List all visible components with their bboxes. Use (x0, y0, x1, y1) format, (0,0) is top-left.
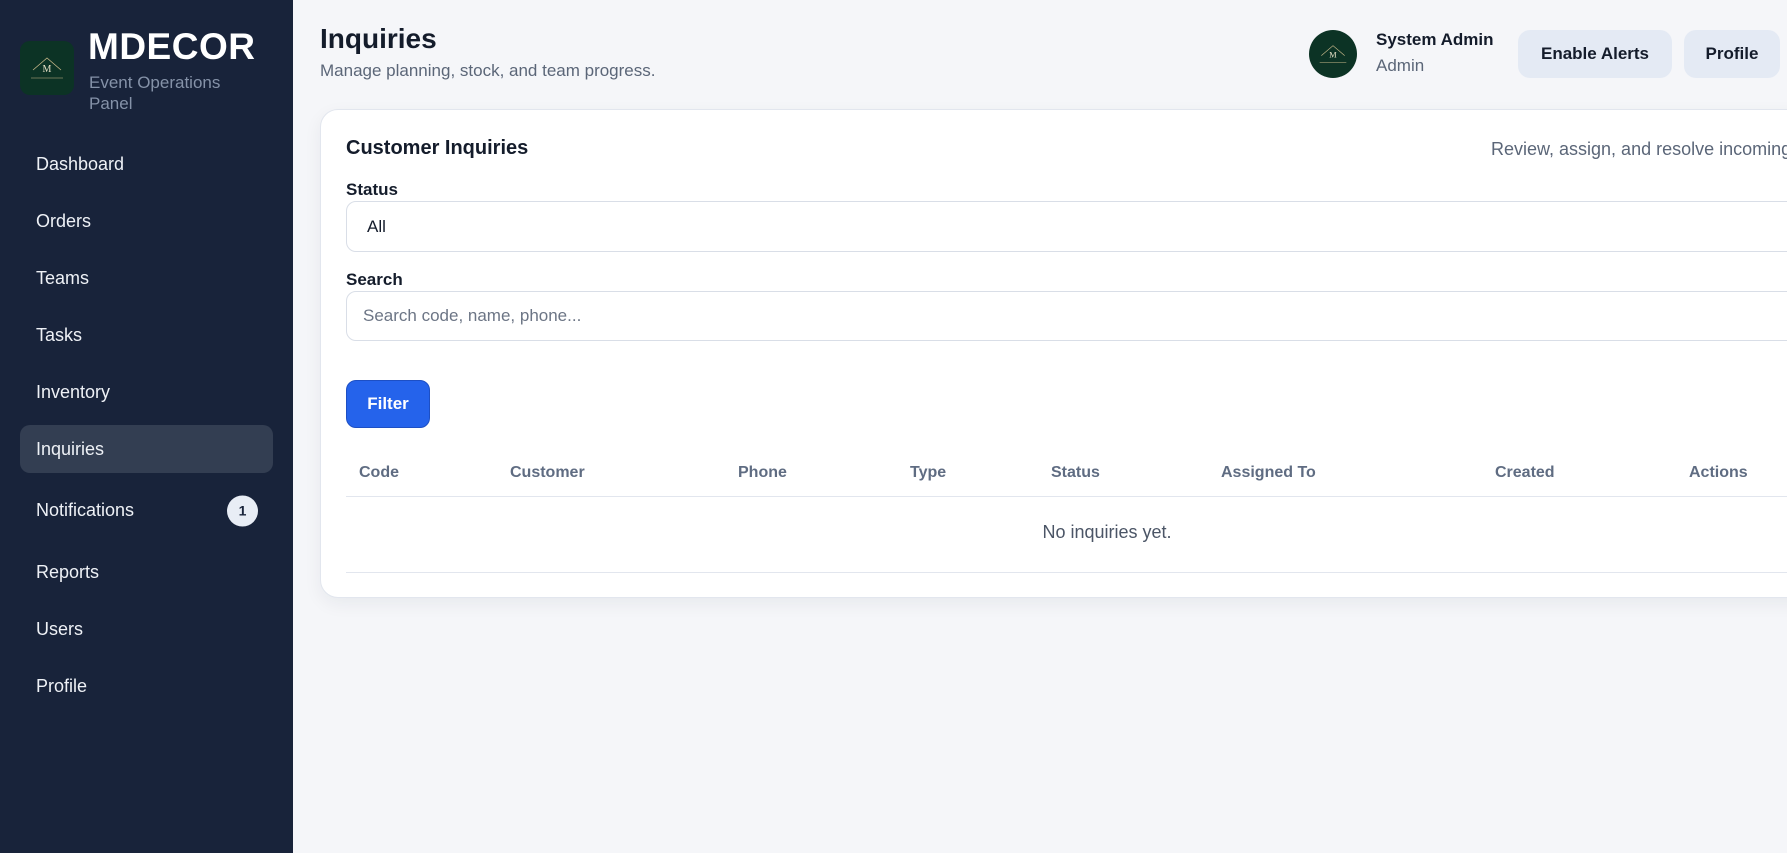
status-label: Status (346, 180, 398, 199)
sidebar-item-label: Dashboard (36, 153, 125, 174)
mdecor-logo-icon: M (20, 41, 74, 95)
avatar-logo-icon: M (1319, 45, 1347, 63)
search-input[interactable] (346, 291, 1787, 341)
svg-text:M: M (43, 64, 52, 75)
column-header-code[interactable]: Code (359, 464, 399, 482)
filter-button[interactable]: Filter (346, 380, 430, 428)
sidebar-item-users[interactable]: Users (20, 605, 273, 653)
sidebar-item-label: Reports (36, 561, 100, 582)
sidebar: M MDECOR Event Operations Panel Dashboar… (0, 0, 293, 853)
table-empty-row: No inquiries yet. (346, 498, 1787, 573)
brand: M MDECOR Event Operations Panel (20, 24, 280, 114)
sidebar-item-dashboard[interactable]: Dashboard (20, 140, 273, 188)
page-subtitle: Manage planning, stock, and team progres… (320, 61, 656, 80)
sidebar-item-profile[interactable]: Profile (20, 662, 273, 710)
status-select-value: All (367, 216, 386, 236)
enable-alerts-button[interactable]: Enable Alerts (1518, 30, 1672, 78)
sidebar-nav: Dashboard Orders Teams Tasks Inventory I… (20, 140, 273, 719)
svg-text:M: M (1329, 50, 1337, 59)
status-select[interactable]: All (346, 201, 1787, 252)
sidebar-item-inventory[interactable]: Inventory (20, 368, 273, 416)
inquiries-card: Customer Inquiries Review, assign, and r… (320, 109, 1787, 598)
column-header-status[interactable]: Status (1051, 464, 1100, 482)
table-header: Code Customer Phone Type Status Assigned… (346, 450, 1787, 497)
page-title: Inquiries (320, 23, 437, 54)
card-description: Review, assign, and resolve incoming (1491, 139, 1787, 159)
sidebar-item-orders[interactable]: Orders (20, 197, 273, 245)
sidebar-item-inquiries[interactable]: Inquiries (20, 425, 273, 473)
column-header-type[interactable]: Type (910, 464, 946, 482)
column-header-created[interactable]: Created (1495, 464, 1555, 482)
sidebar-item-teams[interactable]: Teams (20, 254, 273, 302)
sidebar-item-label: Tasks (36, 324, 83, 345)
brand-title: MDECOR (88, 26, 256, 67)
column-header-assigned-to[interactable]: Assigned To (1221, 464, 1316, 482)
user-role: Admin (1376, 56, 1425, 75)
sidebar-item-label: Notifications (36, 500, 135, 520)
column-header-actions: Actions (1689, 464, 1748, 481)
sidebar-item-label: Orders (36, 210, 92, 231)
sidebar-item-label: Profile (36, 675, 88, 696)
brand-subtitle: Event Operations Panel (89, 73, 221, 113)
sidebar-item-label: Users (36, 618, 84, 639)
column-header-phone[interactable]: Phone (738, 464, 787, 482)
sidebar-item-label: Inventory (36, 381, 111, 402)
search-label: Search (346, 270, 403, 289)
sidebar-item-label: Teams (36, 267, 90, 288)
sidebar-item-reports[interactable]: Reports (20, 548, 273, 596)
user-name: System Admin (1376, 30, 1494, 49)
notification-count-badge: 1 (227, 495, 258, 526)
card-title: Customer Inquiries (346, 137, 529, 159)
empty-message: No inquiries yet. (1042, 522, 1172, 542)
sidebar-item-label: Inquiries (36, 438, 105, 459)
sidebar-item-tasks[interactable]: Tasks (20, 311, 273, 359)
column-header-customer[interactable]: Customer (510, 464, 585, 482)
sidebar-item-notifications[interactable]: Notifications 1 (20, 482, 273, 539)
profile-button[interactable]: Profile (1684, 30, 1780, 78)
avatar[interactable]: M (1309, 30, 1357, 78)
